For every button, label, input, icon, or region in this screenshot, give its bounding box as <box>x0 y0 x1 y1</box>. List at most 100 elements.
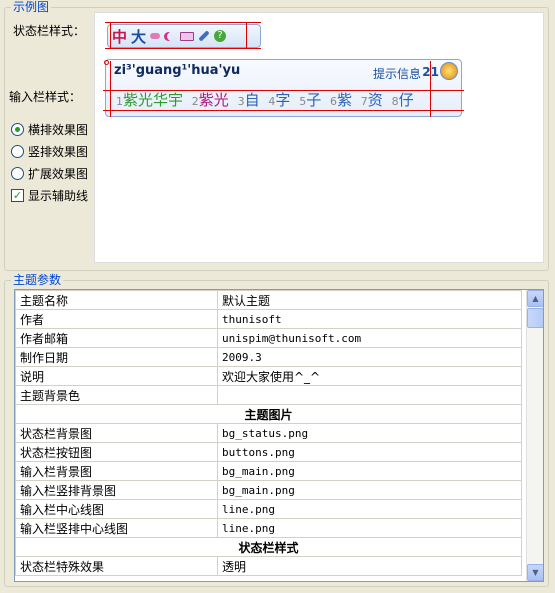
candidate-number: 3 <box>237 95 245 108</box>
section-row: 状态栏样式 <box>15 537 522 557</box>
guide-line <box>105 22 261 23</box>
property-value[interactable]: 2009.3 <box>217 347 522 367</box>
table-row[interactable]: 主题背景色 <box>15 385 522 405</box>
property-key: 制作日期 <box>15 347 218 367</box>
table-row[interactable]: 状态栏按钮图 buttons.png <box>15 442 522 462</box>
property-key: 说明 <box>15 366 218 386</box>
property-key: 主题背景色 <box>15 385 218 405</box>
property-key: 输入栏竖排背景图 <box>15 480 218 500</box>
scroll-down-icon[interactable]: ▼ <box>527 564 543 581</box>
property-value[interactable]: bg_status.png <box>217 423 522 443</box>
horizontal-radio-label: 横排效果图 <box>28 123 89 137</box>
table-row[interactable]: 输入栏背景图 bg_main.png <box>15 461 522 481</box>
property-key: 状态栏特殊效果 <box>15 556 218 576</box>
candidate-text: 仔 <box>398 91 414 109</box>
show-guides-label: 显示辅助线 <box>28 189 89 203</box>
table-row[interactable]: 作者邮箱 unispim@thunisoft.com <box>15 328 522 348</box>
composition-text: zi³'guang¹'hua'yu <box>114 63 241 78</box>
property-key: 输入栏中心线图 <box>15 499 218 519</box>
status-chinese-mode: 中 <box>112 27 128 46</box>
compass-icon <box>440 62 458 80</box>
candidate-text: 字 <box>275 91 291 109</box>
table-row[interactable]: 制作日期 2009.3 <box>15 347 522 367</box>
input-bar-preview: zi³'guang¹'hua'yu 提示信息 21 1紫光华宇 2紫光 3自 4… <box>105 59 462 117</box>
property-grid[interactable]: 主题名称 默认主题 作者 thunisoft 作者邮箱 unispim@thunisoft… <box>14 289 544 582</box>
property-value[interactable]: line.png <box>217 518 522 538</box>
candidate-text: 紫光 <box>198 91 229 109</box>
guide-line <box>246 22 247 49</box>
theme-params-legend: 主题参数 <box>11 273 64 287</box>
property-key: 状态栏背景图 <box>15 423 218 443</box>
vertical-radio-label: 竖排效果图 <box>28 145 89 159</box>
property-value[interactable]: 默认主题 <box>217 290 522 310</box>
guide-line <box>103 110 464 111</box>
guide-line <box>110 22 111 49</box>
vertical-radio[interactable]: 竖排效果图 <box>11 143 88 160</box>
property-value[interactable]: line.png <box>217 499 522 519</box>
property-key: 输入栏竖排中心线图 <box>15 518 218 538</box>
property-value[interactable] <box>217 385 522 405</box>
preview-group-legend: 示例图 <box>11 0 52 14</box>
origin-marker <box>104 60 109 65</box>
property-value[interactable]: thunisoft <box>217 309 522 329</box>
moon-icon <box>167 32 176 41</box>
vertical-scrollbar[interactable]: ▲ ▼ <box>526 290 543 581</box>
table-row[interactable]: 输入栏竖排背景图 bg_main.png <box>15 480 522 500</box>
guide-line <box>103 90 464 91</box>
candidate-list: 1紫光华宇 2紫光 3自 4字 5子 6紫 7资 8仔 <box>116 89 414 110</box>
property-key: 主题名称 <box>15 290 218 310</box>
candidate-text: 资 <box>367 91 383 109</box>
property-value[interactable]: bg_main.png <box>217 461 522 481</box>
theme-params-group: 主题参数 主题名称 默认主题 作者 thunisoft 作者邮箱 unispim@thun… <box>4 273 549 587</box>
preview-group: 示例图 状态栏样式： 输入栏样式： 中 大 ? zi³'guang¹'hua'y… <box>4 0 549 271</box>
property-table: 主题名称 默认主题 作者 thunisoft 作者邮箱 unispim@thunisoft… <box>15 290 522 576</box>
candidate-text: 自 <box>244 91 260 109</box>
property-key: 作者 <box>15 309 218 329</box>
section-header: 主题图片 <box>15 404 522 424</box>
horizontal-radio[interactable]: 横排效果图 <box>11 121 88 138</box>
table-row[interactable]: 状态栏特殊效果 透明 <box>15 556 522 576</box>
preview-canvas: 中 大 ? zi³'guang¹'hua'yu 提示信息 21 1紫光华宇 2紫… <box>94 12 544 263</box>
guide-line <box>430 61 431 117</box>
input-style-label: 输入栏样式： <box>9 90 82 104</box>
candidate-text: 紫 <box>336 91 352 109</box>
property-value[interactable]: unispim@thunisoft.com <box>217 328 522 348</box>
checkbox-indicator[interactable]: ✓ <box>11 189 24 202</box>
help-icon: ? <box>214 30 227 42</box>
extended-radio[interactable]: 扩展效果图 <box>11 165 88 182</box>
status-fullwidth-mode: 大 <box>131 27 147 46</box>
radio-indicator[interactable] <box>11 145 24 158</box>
show-guides-checkbox[interactable]: ✓ 显示辅助线 <box>11 187 88 204</box>
property-key: 输入栏背景图 <box>15 461 218 481</box>
property-key: 状态栏按钮图 <box>15 442 218 462</box>
table-row[interactable]: 作者 thunisoft <box>15 309 522 329</box>
candidate-text: 子 <box>306 91 322 109</box>
status-style-label: 状态栏样式： <box>13 24 86 38</box>
status-bar-preview: 中 大 ? <box>107 24 261 48</box>
candidate-number: 8 <box>391 95 399 108</box>
table-row[interactable]: 输入栏竖排中心线图 line.png <box>15 518 522 538</box>
hint-text: 提示信息 <box>372 67 421 81</box>
property-value[interactable]: buttons.png <box>217 442 522 462</box>
radio-indicator[interactable] <box>11 167 24 180</box>
property-value[interactable]: bg_main.png <box>217 480 522 500</box>
wrench-icon <box>198 30 210 42</box>
keyboard-icon <box>180 31 195 41</box>
table-row[interactable]: 主题名称 默认主题 <box>15 290 522 310</box>
candidate-number: 1 <box>116 95 123 108</box>
table-row[interactable]: 说明 欢迎大家使用^_^ <box>15 366 522 386</box>
property-key: 作者邮箱 <box>15 328 218 348</box>
guide-line <box>105 48 261 49</box>
section-header: 状态栏样式 <box>15 537 522 557</box>
guide-line <box>110 61 111 117</box>
radio-indicator[interactable] <box>11 123 24 136</box>
dots-icon <box>150 33 161 39</box>
section-row: 主题图片 <box>15 404 522 424</box>
table-row[interactable]: 输入栏中心线图 line.png <box>15 499 522 519</box>
property-value[interactable]: 欢迎大家使用^_^ <box>217 366 522 386</box>
scroll-up-icon[interactable]: ▲ <box>527 290 543 307</box>
candidate-text: 紫光华宇 <box>123 91 184 109</box>
property-value[interactable]: 透明 <box>217 556 522 576</box>
table-row[interactable]: 状态栏背景图 bg_status.png <box>15 423 522 443</box>
scroll-thumb[interactable] <box>527 308 543 328</box>
